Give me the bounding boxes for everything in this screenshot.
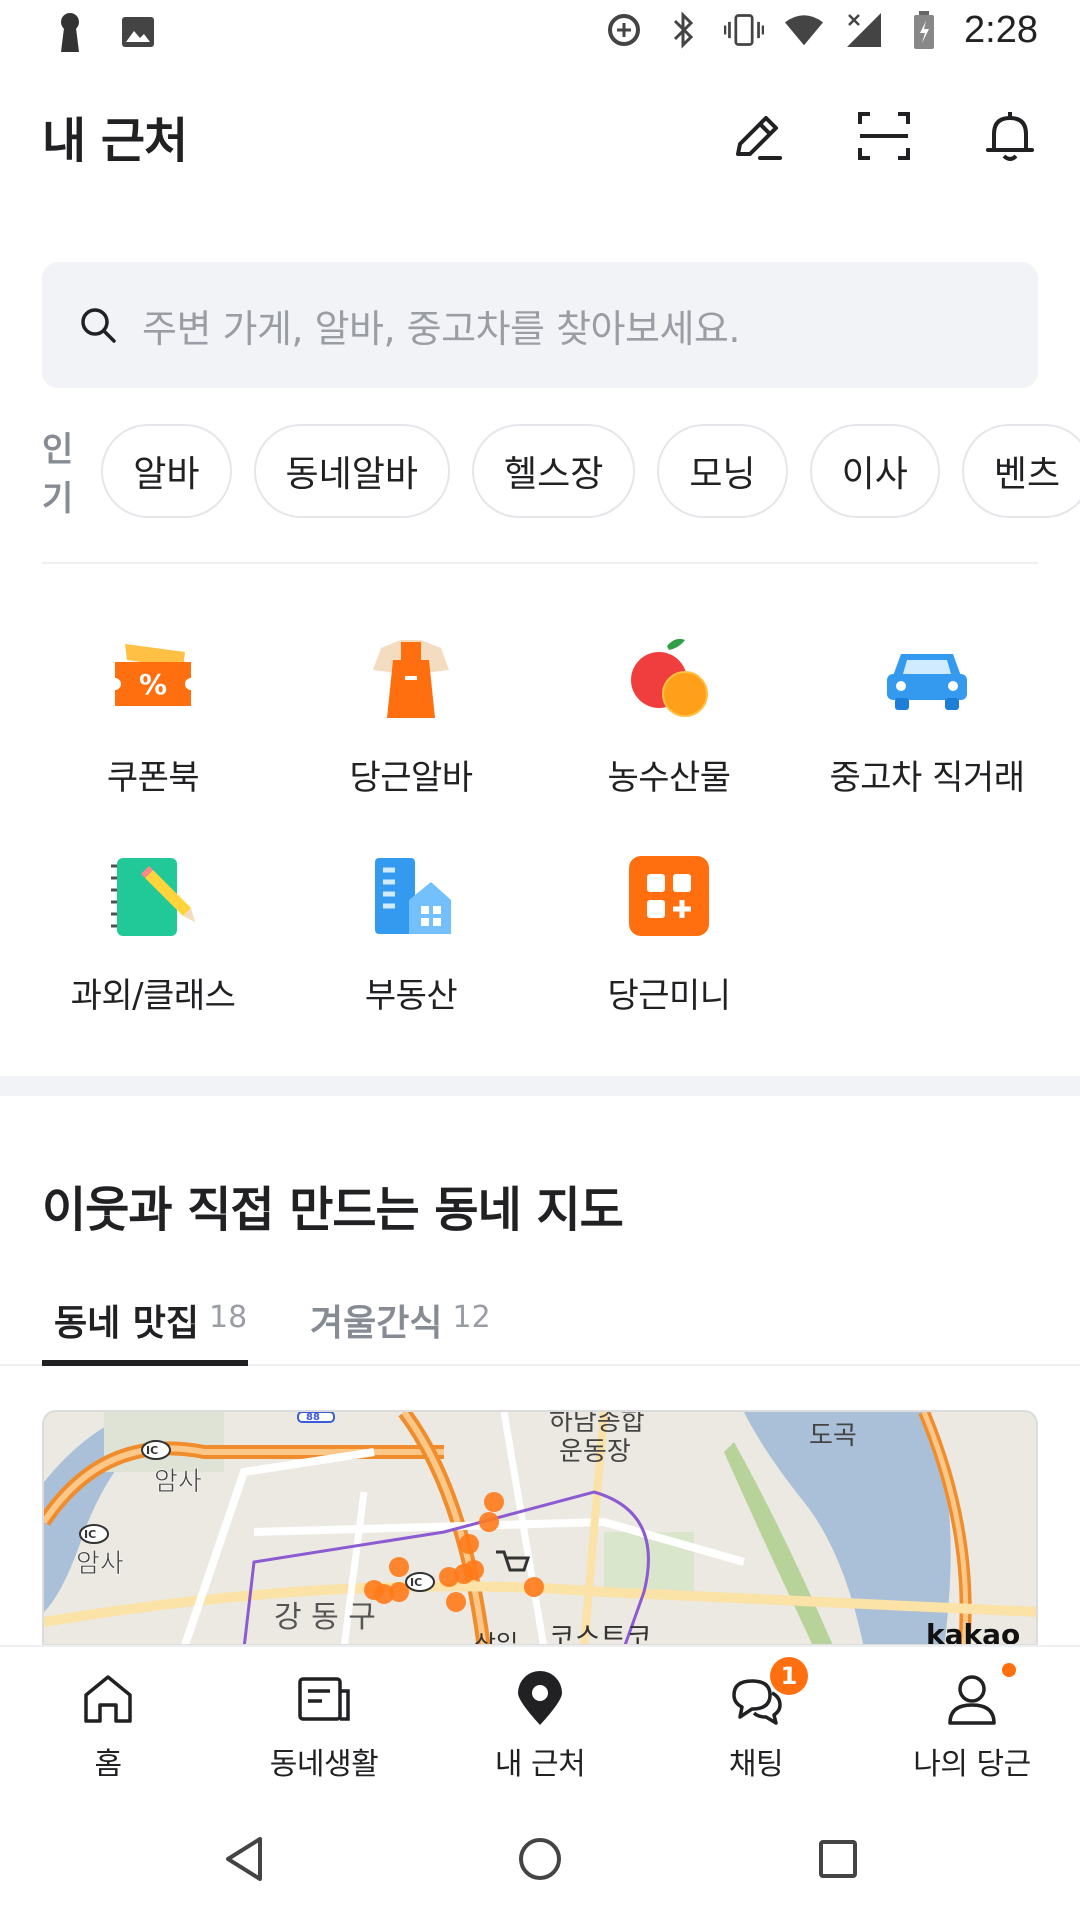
category-label: 과외/클래스 bbox=[70, 976, 236, 1016]
tab-count: 12 bbox=[452, 1300, 491, 1335]
image-icon bbox=[118, 10, 158, 54]
category-used-car[interactable]: 중고차 직거래 bbox=[798, 630, 1056, 799]
map-label: 상일 bbox=[474, 1630, 518, 1646]
mini-app-icon bbox=[629, 856, 709, 936]
home-circle-icon bbox=[519, 1838, 561, 1880]
back-button[interactable] bbox=[214, 1829, 274, 1889]
category-label: 당근알바 bbox=[349, 758, 473, 798]
building-icon bbox=[375, 858, 451, 934]
status-bar: 2:28 bbox=[0, 0, 1080, 64]
nav-label: 내 근처 bbox=[494, 1747, 586, 1782]
notification-button[interactable] bbox=[982, 108, 1038, 164]
bottom-navigation: 홈 동네생활 내 근처 1 채팅 나의 당근 bbox=[0, 1645, 1080, 1795]
category-coupon-book[interactable]: % 쿠폰북 bbox=[24, 630, 282, 799]
category-label: 중고차 직거래 bbox=[829, 758, 1026, 798]
bell-icon bbox=[986, 112, 1034, 161]
nav-community[interactable]: 동네생활 bbox=[216, 1647, 432, 1797]
category-produce[interactable]: 농수산물 bbox=[540, 630, 798, 799]
tab-label: 겨울간식 bbox=[310, 1303, 443, 1344]
popular-label: 인기 bbox=[42, 430, 74, 518]
chip-keyword[interactable]: 이사 bbox=[809, 424, 940, 518]
notebook-icon bbox=[111, 858, 195, 936]
battery-icon bbox=[904, 8, 944, 52]
edit-button[interactable] bbox=[730, 108, 786, 164]
nav-chat[interactable]: 1 채팅 bbox=[648, 1647, 864, 1797]
nav-label: 나의 당근 bbox=[913, 1747, 1031, 1782]
category-label: 농수산물 bbox=[607, 758, 731, 798]
chip-keyword[interactable]: 헬스장 bbox=[472, 424, 636, 518]
category-real-estate[interactable]: 부동산 bbox=[282, 848, 540, 1017]
map-tabs: 동네 맛집 18 겨울간식 12 bbox=[0, 1280, 1080, 1366]
chat-unread-badge: 1 bbox=[770, 1657, 808, 1695]
category-label: 쿠폰북 bbox=[106, 758, 200, 798]
new-indicator-dot bbox=[1002, 1663, 1016, 1677]
svg-text:%: % bbox=[139, 668, 167, 701]
bluetooth-icon bbox=[664, 8, 704, 52]
tab-winter-snacks[interactable]: 겨울간식 12 bbox=[310, 1280, 491, 1366]
data-saver-icon bbox=[604, 8, 644, 52]
vibrate-icon bbox=[724, 8, 765, 52]
nav-nearby[interactable]: 내 근처 bbox=[432, 1647, 648, 1797]
neighborhood-map[interactable]: IC IC IC 88 암사 암사 강 동 구 하남종합 운동장 도곡 코스트코… bbox=[42, 1410, 1038, 1646]
chip-keyword[interactable]: 벤츠 bbox=[961, 424, 1080, 518]
nav-my-karrot[interactable]: 나의 당근 bbox=[864, 1647, 1080, 1797]
profile-icon bbox=[948, 1675, 996, 1725]
map-label: IC bbox=[146, 1444, 158, 1457]
scan-icon bbox=[858, 112, 910, 160]
coupon-icon: % bbox=[115, 644, 191, 706]
category-label: 당근미니 bbox=[607, 976, 731, 1016]
chip-keyword[interactable]: 동네알바 bbox=[253, 424, 451, 518]
keyhole-icon bbox=[50, 10, 90, 54]
kakao-logo: kakao bbox=[926, 1618, 1020, 1646]
map-label: 암사 bbox=[154, 1467, 202, 1497]
search-placeholder: 주변 가게, 알바, 중고차를 찾아보세요. bbox=[142, 306, 740, 351]
map-label: 88 bbox=[306, 1412, 320, 1423]
home-icon bbox=[84, 1675, 132, 1723]
map-label: 하남종합 bbox=[549, 1412, 645, 1437]
scan-button[interactable] bbox=[856, 108, 912, 164]
map-label: 강 동 구 bbox=[274, 1600, 376, 1635]
tab-local-restaurants[interactable]: 동네 맛집 18 bbox=[42, 1280, 248, 1366]
map-label: 암사 bbox=[76, 1549, 124, 1579]
map-label: IC bbox=[84, 1528, 96, 1541]
category-label: 부동산 bbox=[364, 976, 458, 1016]
nav-label: 동네생활 bbox=[269, 1747, 379, 1782]
app-header: 내 근처 bbox=[42, 96, 1038, 176]
map-label: 도곡 bbox=[809, 1421, 857, 1451]
section-divider bbox=[0, 1076, 1080, 1096]
map-section-title: 이웃과 직접 만드는 동네 지도 bbox=[42, 1182, 624, 1238]
recents-button[interactable] bbox=[808, 1829, 868, 1889]
divider bbox=[42, 562, 1038, 564]
system-navigation-bar bbox=[0, 1795, 1080, 1920]
fruit-icon bbox=[631, 638, 708, 717]
nav-label: 채팅 bbox=[728, 1747, 784, 1782]
recents-square-icon bbox=[819, 1840, 857, 1878]
wifi-icon bbox=[784, 8, 824, 52]
pencil-icon bbox=[736, 116, 782, 160]
back-triangle-icon bbox=[226, 1837, 262, 1881]
search-bar[interactable]: 주변 가게, 알바, 중고차를 찾아보세요. bbox=[42, 262, 1038, 388]
map-label: 코스트코 bbox=[549, 1621, 652, 1646]
category-karrot-job[interactable]: 당근알바 bbox=[282, 630, 540, 799]
search-icon bbox=[81, 308, 116, 343]
map-label: IC bbox=[410, 1576, 422, 1589]
tab-label: 동네 맛집 bbox=[54, 1303, 200, 1344]
status-time: 2:28 bbox=[964, 8, 1038, 51]
signal-icon bbox=[844, 8, 884, 52]
page-title: 내 근처 bbox=[42, 113, 188, 169]
car-icon bbox=[887, 654, 967, 710]
nav-home[interactable]: 홈 bbox=[0, 1647, 216, 1797]
nav-label: 홈 bbox=[94, 1747, 122, 1782]
category-class[interactable]: 과외/클래스 bbox=[24, 848, 282, 1017]
home-system-button[interactable] bbox=[510, 1829, 570, 1889]
popular-keywords: 인기 알바 동네알바 헬스장 모닝 이사 벤츠 bbox=[42, 424, 1080, 518]
news-icon bbox=[298, 1677, 350, 1721]
chip-keyword[interactable]: 알바 bbox=[101, 424, 232, 518]
category-karrot-mini[interactable]: 당근미니 bbox=[540, 848, 798, 1017]
tab-count: 18 bbox=[209, 1300, 248, 1335]
apron-icon bbox=[373, 640, 449, 718]
location-pin-icon bbox=[518, 1671, 562, 1725]
chip-keyword[interactable]: 모닝 bbox=[657, 424, 788, 518]
map-label: 운동장 bbox=[559, 1437, 631, 1467]
